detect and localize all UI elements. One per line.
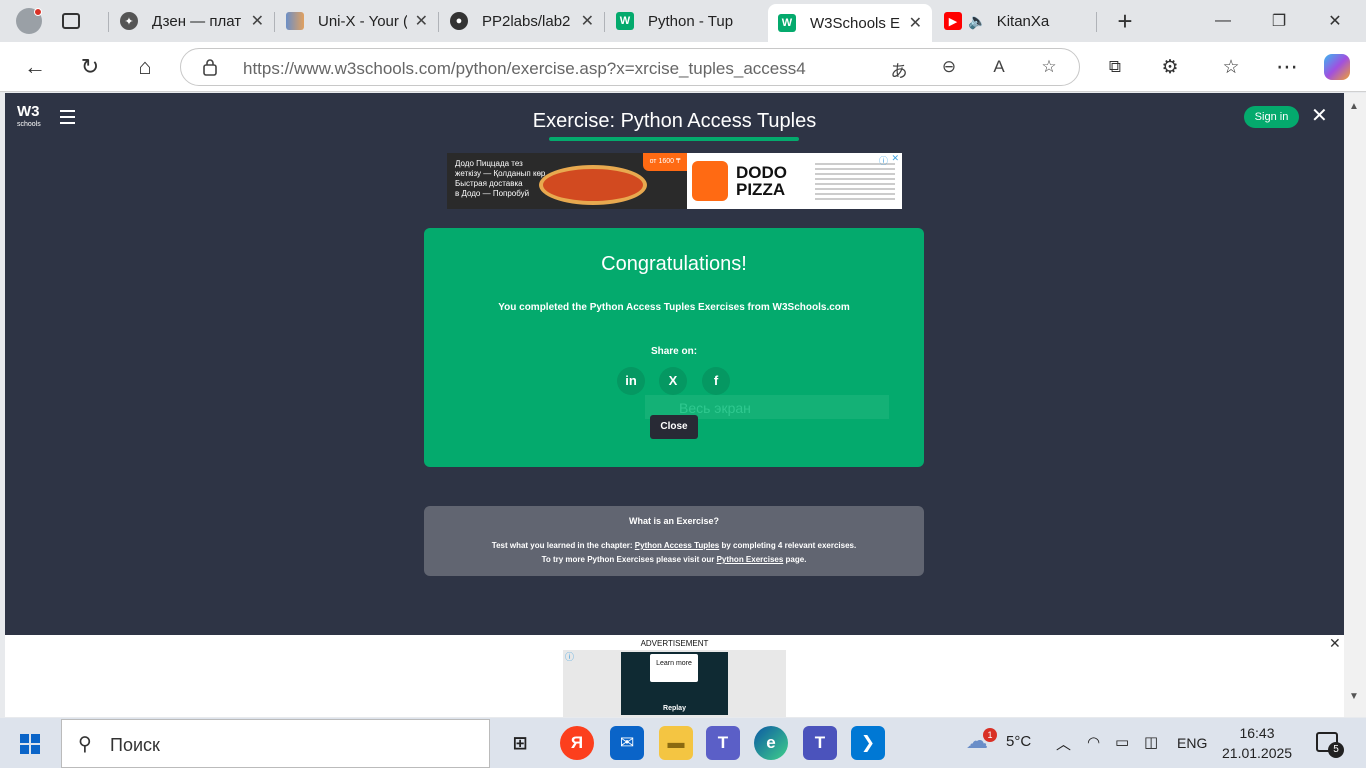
- favorites-icon[interactable]: ☆: [1216, 52, 1246, 82]
- copilot-icon[interactable]: [1324, 54, 1350, 80]
- collections-icon[interactable]: ⧉: [1100, 52, 1130, 82]
- w3schools-icon: W: [778, 14, 796, 32]
- tab-python-tuples[interactable]: W Python - Tup: [606, 4, 768, 38]
- clock[interactable]: 16:43 21.01.2025: [1222, 723, 1292, 763]
- share-label: Share on:: [650, 346, 698, 357]
- more-menu-icon[interactable]: ⋯: [1272, 52, 1302, 82]
- address-bar[interactable]: https://www.w3schools.com/python/exercis…: [180, 48, 1080, 86]
- close-exercise-icon[interactable]: ✕: [1311, 103, 1328, 128]
- home-button[interactable]: ⌂: [130, 52, 160, 82]
- tab-w3schools-exercise[interactable]: W W3Schools E ✕: [768, 4, 932, 42]
- congrats-heading: Congratulations!: [601, 253, 747, 275]
- wifi-icon[interactable]: ◠: [1087, 733, 1100, 751]
- task-view-icon[interactable]: ⊞: [503, 726, 537, 760]
- reload-button[interactable]: ↻: [75, 52, 105, 82]
- taskbar-search[interactable]: ⚲ Поиск: [61, 719, 490, 768]
- python-exercises-link[interactable]: Python Exercises: [717, 555, 784, 564]
- yandex-icon[interactable]: Я: [560, 726, 594, 760]
- weather-badge: 1: [983, 728, 997, 742]
- ad-fine-print: [815, 163, 895, 203]
- close-window-button[interactable]: ✕: [1308, 0, 1362, 42]
- chevron-up-icon[interactable]: ︿: [1056, 733, 1071, 754]
- teams-icon[interactable]: T: [706, 726, 740, 760]
- battery-icon[interactable]: ▭: [1115, 733, 1129, 751]
- sign-in-button[interactable]: Sign in: [1244, 106, 1299, 128]
- mail-icon[interactable]: ✉: [610, 726, 644, 760]
- close-button[interactable]: Close: [650, 415, 698, 439]
- web-page: W3 schools Exercise: Python Access Tuples…: [5, 93, 1344, 717]
- github-icon: ●: [450, 12, 468, 30]
- profile-avatar[interactable]: [12, 4, 46, 38]
- congrats-subtitle: You completed the Python Access Tuples E…: [498, 302, 850, 313]
- title-underline: [549, 137, 799, 141]
- tab-github[interactable]: ● PP2labs/lab2 ✕: [440, 4, 604, 38]
- tab-youtube[interactable]: ▶ 🔈 KitanXa: [934, 4, 1096, 38]
- lock-icon[interactable]: [203, 58, 217, 76]
- windows-start-icon[interactable]: [20, 734, 40, 754]
- chapter-link[interactable]: Python Access Tuples: [635, 541, 719, 550]
- close-tab-icon[interactable]: ✕: [909, 13, 922, 33]
- x-twitter-icon[interactable]: X: [659, 367, 687, 395]
- linkedin-icon[interactable]: in: [617, 367, 645, 395]
- ad-video[interactable]: Learn more Replay: [621, 652, 728, 715]
- bottom-ad-close-icon[interactable]: ✕: [1329, 635, 1341, 652]
- w3schools-icon: W: [616, 12, 634, 30]
- ad-image: Додо Пиццада тез жеткізу — Қолданып көр …: [447, 153, 687, 209]
- page-scrollbar[interactable]: ▲ ▼: [1344, 93, 1366, 717]
- close-tab-icon[interactable]: ✕: [415, 11, 428, 31]
- volume-icon[interactable]: ◫: [1144, 733, 1158, 751]
- restore-button[interactable]: ❐: [1252, 0, 1306, 42]
- speaker-icon[interactable]: 🔈: [968, 12, 987, 30]
- ad-info-icon[interactable]: ⓘ: [565, 650, 574, 663]
- read-aloud-icon[interactable]: A: [987, 57, 1011, 79]
- translate-icon[interactable]: あ: [887, 57, 911, 81]
- ad-info-icon[interactable]: ⓘ: [879, 154, 888, 167]
- exercise-title: Exercise: Python Access Tuples: [532, 110, 817, 132]
- edge-icon[interactable]: e: [754, 726, 788, 760]
- tab-actions-icon[interactable]: [54, 4, 88, 38]
- tab-dzen[interactable]: ✦ Дзен — плат ✕: [110, 4, 274, 38]
- top-advertisement[interactable]: Додо Пиццада тез жеткізу — Қолданып көр …: [447, 153, 902, 209]
- close-tab-icon[interactable]: ✕: [581, 11, 594, 31]
- price-badge: от 1600 ₸: [643, 153, 687, 171]
- extensions-icon[interactable]: ⚙: [1155, 52, 1185, 82]
- advertisement-label: ADVERTISEMENT: [640, 639, 709, 648]
- what-is-heading: What is an Exercise?: [628, 516, 720, 526]
- address-toolbar: ← ↻ ⌂ https://www.w3schools.com/python/e…: [0, 42, 1366, 92]
- dzen-icon: ✦: [120, 12, 138, 30]
- tab-bar: ✦ Дзен — плат ✕ Uni-X - Your ( ✕ ● PP2la…: [0, 0, 1366, 42]
- dodo-logo: DODO PIZZA: [692, 157, 812, 205]
- temperature-text[interactable]: 5°C: [1006, 733, 1031, 750]
- zoom-icon[interactable]: ⊖: [937, 57, 961, 79]
- file-explorer-icon[interactable]: ▬: [659, 726, 693, 760]
- ad-close-icon[interactable]: ✕: [891, 153, 899, 164]
- pizza-image: [539, 165, 647, 205]
- scroll-up-icon[interactable]: ▲: [1349, 101, 1359, 112]
- search-icon: ⚲: [78, 734, 92, 755]
- new-tab-button[interactable]: +: [1112, 8, 1138, 34]
- vscode-icon[interactable]: ❯: [851, 726, 885, 760]
- language-indicator[interactable]: ENG: [1177, 735, 1207, 751]
- what-is-exercise-panel: What is an Exercise? Test what you learn…: [424, 506, 924, 576]
- scroll-down-icon[interactable]: ▼: [1349, 691, 1359, 702]
- notification-icon[interactable]: 5: [1316, 732, 1344, 758]
- dodo-bird-icon: [692, 161, 728, 201]
- back-button[interactable]: ←: [20, 52, 50, 82]
- minimize-button[interactable]: —: [1196, 0, 1250, 42]
- replay-button[interactable]: Replay: [621, 705, 728, 712]
- close-tab-icon[interactable]: ✕: [251, 11, 264, 31]
- learn-more-button[interactable]: Learn more: [650, 654, 698, 682]
- unix-icon: [286, 12, 304, 30]
- facebook-icon[interactable]: f: [702, 367, 730, 395]
- url-text[interactable]: https://www.w3schools.com/python/exercis…: [243, 59, 806, 79]
- favorite-star-icon[interactable]: ☆: [1037, 57, 1061, 79]
- youtube-icon: ▶: [944, 12, 962, 30]
- windows-taskbar: ⚲ Поиск ⊞ Я ✉ ▬ T e T ❯ ☁ 1 5°C ︿ ◠ ▭ ◫ …: [0, 718, 1366, 768]
- bottom-advertisement: ADVERTISEMENT ✕ ⓘ Learn more Replay: [5, 635, 1344, 717]
- congratulations-panel: Congratulations! You completed the Pytho…: [424, 228, 924, 467]
- bottom-ad-box[interactable]: ⓘ Learn more Replay: [563, 650, 786, 717]
- tab-unix[interactable]: Uni-X - Your ( ✕: [276, 4, 438, 38]
- teams-work-icon[interactable]: T: [803, 726, 837, 760]
